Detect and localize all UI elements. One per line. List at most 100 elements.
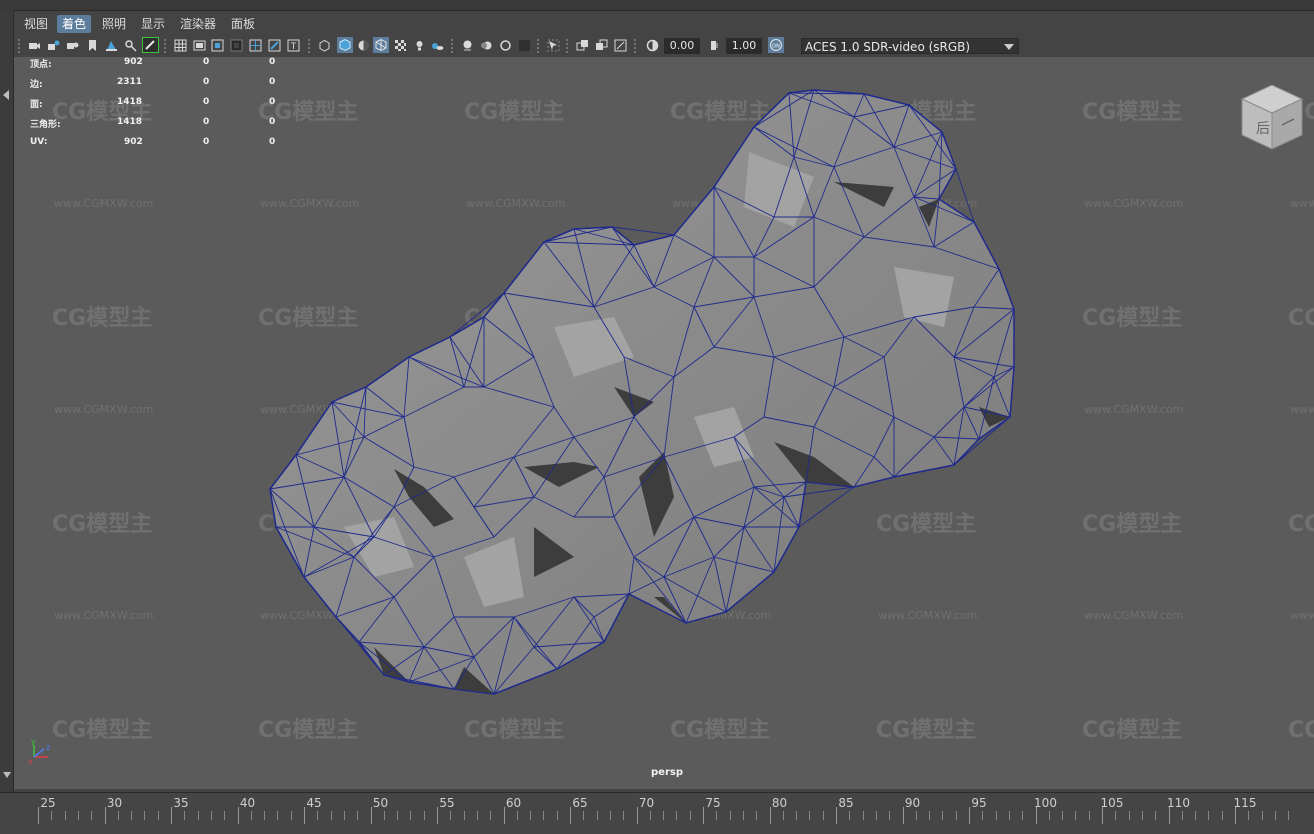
frame-tick bbox=[131, 811, 133, 820]
toolbar-separator bbox=[308, 39, 310, 54]
menu-show[interactable]: 显示 bbox=[136, 15, 170, 33]
frame-tick bbox=[1195, 811, 1197, 820]
hud-value: 0 bbox=[203, 77, 210, 87]
frame-tick bbox=[423, 811, 425, 820]
frame-tick bbox=[237, 807, 239, 824]
gate-mask-icon[interactable] bbox=[230, 39, 243, 52]
frame-tick bbox=[929, 811, 931, 820]
2d-pan-zoom-icon[interactable] bbox=[124, 39, 137, 52]
hud-value: 902 bbox=[124, 57, 143, 67]
frame-tick bbox=[383, 811, 385, 820]
gamma-field[interactable]: 1.00 bbox=[726, 38, 762, 54]
polygon-mesh[interactable] bbox=[14, 57, 1314, 789]
wireframe-cube-icon[interactable] bbox=[318, 39, 331, 52]
frame-tick bbox=[809, 811, 811, 820]
frame-tick bbox=[902, 807, 904, 824]
frame-tick bbox=[343, 811, 345, 820]
default-material-icon[interactable] bbox=[357, 39, 370, 52]
frame-tick bbox=[716, 811, 718, 820]
frame-label: 95 bbox=[971, 796, 987, 810]
frame-tick bbox=[277, 811, 279, 820]
smooth-shade-icon[interactable] bbox=[337, 37, 353, 53]
motion-blur-icon[interactable] bbox=[480, 39, 493, 52]
hud-value: 1418 bbox=[117, 97, 143, 107]
view-transform-toggle-icon[interactable]: ON bbox=[768, 37, 784, 53]
frame-tick bbox=[1035, 807, 1037, 824]
hud-label: 三角形: bbox=[30, 120, 61, 130]
menu-renderer[interactable]: 渲染器 bbox=[175, 15, 221, 33]
safe-title-icon[interactable]: T bbox=[287, 39, 300, 52]
frame-tick bbox=[1208, 811, 1210, 820]
frame-tick bbox=[157, 811, 159, 820]
scroll-down-arrow-icon[interactable] bbox=[3, 772, 11, 778]
toolbar-separator bbox=[164, 39, 166, 54]
xray-active-components-icon[interactable] bbox=[595, 39, 608, 52]
color-transform-select[interactable]: ACES 1.0 SDR-video (sRGB) bbox=[801, 38, 1019, 54]
menu-shading[interactable]: 着色 bbox=[57, 15, 92, 33]
left-panel-edge[interactable] bbox=[0, 10, 14, 792]
viewport-persp[interactable]: CG模型主 www.CGMXW.com CG模型主 www.CGMXW.com CG模型… bbox=[14, 57, 1314, 789]
safe-action-icon[interactable] bbox=[268, 39, 281, 52]
grid-icon[interactable] bbox=[174, 39, 187, 52]
frame-label: 100 bbox=[1034, 796, 1057, 810]
bookmark-icon[interactable] bbox=[86, 39, 99, 52]
menu-panels[interactable]: 面板 bbox=[226, 15, 260, 33]
wireframe-on-shaded-icon[interactable] bbox=[373, 37, 389, 53]
frame-tick bbox=[1248, 811, 1250, 820]
frame-tick bbox=[171, 807, 172, 824]
field-chart-icon[interactable] bbox=[249, 39, 262, 52]
film-gate-icon[interactable] bbox=[193, 39, 206, 52]
select-camera-icon[interactable] bbox=[28, 39, 41, 52]
shadows-icon[interactable] bbox=[431, 39, 444, 52]
lighting-icon[interactable] bbox=[413, 39, 426, 52]
view-cube[interactable]: 后 bbox=[1236, 81, 1308, 153]
toolbar-separator bbox=[18, 39, 20, 54]
screen-space-ao-icon[interactable] bbox=[461, 39, 474, 52]
frame-label: 80 bbox=[771, 796, 788, 810]
frame-tick bbox=[676, 811, 678, 820]
menu-lighting[interactable]: 照明 bbox=[97, 15, 131, 33]
anti-aliasing-icon[interactable] bbox=[499, 39, 512, 52]
bookmark-camera-icon[interactable] bbox=[66, 39, 79, 52]
time-slider[interactable]: 25 30 35 40 45 50 55 60 65 70 75 80 85 90 95 100 105 110 1… bbox=[0, 792, 1314, 834]
frame-tick bbox=[64, 811, 66, 820]
image-plane-icon[interactable] bbox=[105, 39, 118, 52]
hud-value: 0 bbox=[203, 137, 210, 147]
xray-icon[interactable] bbox=[394, 39, 407, 52]
isolate-select-icon[interactable] bbox=[547, 39, 560, 52]
frame-tick bbox=[463, 811, 465, 820]
collapse-arrow-icon[interactable] bbox=[3, 90, 9, 100]
backface-culling-icon[interactable] bbox=[614, 39, 627, 52]
frame-tick bbox=[250, 811, 252, 820]
toolbar-separator bbox=[634, 39, 636, 54]
camera-attributes-icon[interactable] bbox=[47, 39, 60, 52]
resolution-gate-icon[interactable] bbox=[211, 39, 224, 52]
mesh-silhouette bbox=[269, 89, 1015, 695]
frame-tick bbox=[437, 807, 438, 824]
frame-label: 70 bbox=[638, 796, 655, 810]
frame-tick bbox=[224, 811, 226, 820]
frame-tick bbox=[756, 811, 758, 820]
depth-of-field-icon[interactable] bbox=[518, 39, 531, 52]
frame-tick bbox=[1128, 811, 1130, 820]
frame-tick bbox=[636, 807, 638, 824]
frame-tick bbox=[570, 807, 571, 824]
frame-tick bbox=[703, 807, 704, 824]
frame-tick bbox=[117, 811, 119, 820]
frame-tick bbox=[955, 811, 957, 820]
hud-value: 0 bbox=[203, 97, 210, 107]
svg-text:x: x bbox=[28, 757, 33, 765]
hud-label: 面: bbox=[30, 100, 43, 110]
xray-joints-icon[interactable] bbox=[576, 39, 589, 52]
frame-label: 65 bbox=[572, 796, 588, 810]
frame-label: 45 bbox=[306, 796, 322, 810]
gamma-icon[interactable] bbox=[708, 39, 721, 52]
frame-tick bbox=[623, 811, 625, 820]
frame-tick bbox=[1088, 811, 1090, 820]
menu-view[interactable]: 视图 bbox=[19, 15, 53, 33]
grease-pencil-icon[interactable] bbox=[142, 37, 159, 53]
exposure-icon[interactable] bbox=[646, 39, 659, 52]
frame-tick bbox=[1168, 807, 1170, 824]
exposure-field[interactable]: 0.00 bbox=[664, 38, 700, 54]
frame-label: 90 bbox=[904, 796, 921, 810]
